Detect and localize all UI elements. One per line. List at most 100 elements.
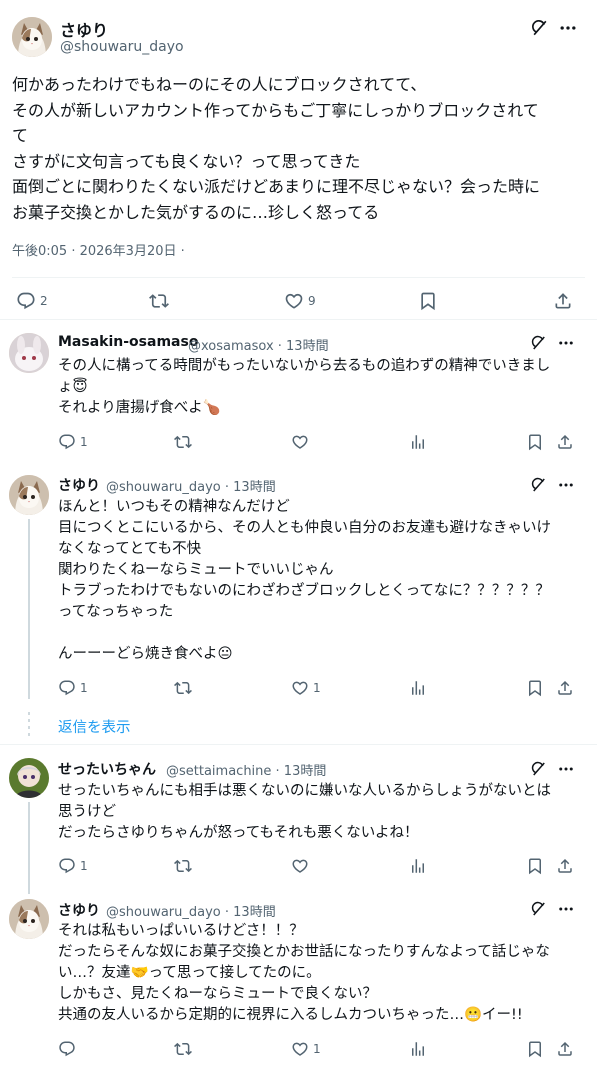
retweet-button[interactable] <box>174 431 192 453</box>
views-button[interactable] <box>409 1038 427 1060</box>
retweet-icon <box>149 291 169 311</box>
divider <box>12 277 585 278</box>
author-name[interactable]: さゆり <box>60 17 108 41</box>
views-icon <box>409 1040 427 1058</box>
like-icon <box>291 857 309 875</box>
more-icon[interactable] <box>557 334 575 352</box>
views-icon <box>409 857 427 875</box>
author-handle[interactable]: @settaimachine · 13時間 <box>166 760 326 779</box>
more-icon[interactable] <box>558 18 578 38</box>
retweet-button[interactable] <box>149 290 169 312</box>
views-button[interactable] <box>409 855 427 877</box>
reply-button[interactable]: 1 <box>58 677 88 699</box>
author-handle[interactable]: @shouwaru_dayo <box>60 39 184 55</box>
reply-count: 1 <box>80 859 88 873</box>
share-button[interactable] <box>553 290 573 312</box>
author-name[interactable]: せったいちゃん <box>58 759 156 779</box>
like-count: 9 <box>308 294 316 308</box>
like-count: 1 <box>313 1042 321 1056</box>
retweet-icon <box>174 857 192 875</box>
reply-text: その人に構ってる時間がもったいないから去るもの追わずの精神でいきまし ょ😇 それ… <box>58 358 551 416</box>
grok-icon[interactable] <box>530 476 548 494</box>
reply-button[interactable]: 2 <box>16 290 48 312</box>
share-button[interactable] <box>556 431 574 453</box>
share-icon <box>556 679 574 697</box>
share-icon <box>556 857 574 875</box>
reply-count: 2 <box>40 294 48 308</box>
more-icon[interactable] <box>557 760 575 778</box>
author-handle[interactable]: @shouwaru_dayo · 13時間 <box>106 476 276 495</box>
bookmark-button[interactable] <box>526 855 544 877</box>
reply-button[interactable]: 1 <box>58 431 88 453</box>
avatar[interactable] <box>9 758 49 798</box>
thread-line <box>28 519 30 699</box>
retweet-button[interactable] <box>174 1038 192 1060</box>
author-name[interactable]: さゆり <box>58 900 100 920</box>
like-count: 1 <box>313 681 321 695</box>
reply-text: せったいちゃんにも相手は悪くないのに嫌いな人いるからしょうがないとは 思うけど … <box>58 783 551 841</box>
bookmark-button[interactable] <box>526 677 544 699</box>
retweet-button[interactable] <box>174 855 192 877</box>
bookmark-icon <box>526 679 544 697</box>
reply-icon <box>58 857 76 875</box>
reply-icon <box>58 1040 76 1058</box>
reply-text: それは私もいっぱいいるけどさ！！？ だったらそんな奴にお菓子交換とかお世話になっ… <box>58 923 550 1023</box>
avatar[interactable] <box>12 17 52 57</box>
grok-icon[interactable] <box>530 334 548 352</box>
grok-icon[interactable] <box>530 900 548 918</box>
post-timestamp[interactable]: 午後0:05 · 2026年3月20日 · <box>12 240 185 259</box>
like-icon <box>284 291 304 311</box>
bookmark-icon <box>526 1040 544 1058</box>
more-icon[interactable] <box>557 900 575 918</box>
bookmark-icon <box>526 857 544 875</box>
post-text: 何かあったわけでもねーのにその人にブロックされてて、 その人が新しいアカウント作… <box>12 75 541 222</box>
bookmark-button[interactable] <box>418 290 438 312</box>
like-button[interactable] <box>291 431 309 453</box>
reply-icon <box>58 679 76 697</box>
share-icon <box>556 1040 574 1058</box>
share-icon <box>556 433 574 451</box>
reply-count: 1 <box>80 681 88 695</box>
share-button[interactable] <box>556 855 574 877</box>
author-name[interactable]: Masakin-osamaso <box>58 334 198 350</box>
like-icon <box>291 1040 309 1058</box>
main-post: さゆり @shouwaru_dayo 何かあったわけでもねーのにその人にブロック… <box>0 0 597 320</box>
share-icon <box>553 291 573 311</box>
views-icon <box>409 433 427 451</box>
more-icon[interactable] <box>557 476 575 494</box>
reply-icon <box>58 433 76 451</box>
divider <box>0 744 597 745</box>
reply-button[interactable]: 1 <box>58 855 88 877</box>
reply-count: 1 <box>80 435 88 449</box>
author-name[interactable]: さゆり <box>58 475 100 495</box>
reply-text: ほんと！いつもその精神なんだけど 目につくとこにいるから、その人とも仲良い自分の… <box>58 499 551 662</box>
like-icon <box>291 679 309 697</box>
reply-button[interactable] <box>58 1038 80 1060</box>
share-button[interactable] <box>556 1038 574 1060</box>
reply-icon <box>16 291 36 311</box>
like-button[interactable] <box>291 855 309 877</box>
bookmark-button[interactable] <box>526 431 544 453</box>
avatar[interactable] <box>9 899 49 939</box>
thread-line <box>28 802 30 894</box>
grok-icon[interactable] <box>530 760 548 778</box>
like-button[interactable]: 9 <box>284 290 316 312</box>
retweet-button[interactable] <box>174 677 192 699</box>
show-replies-link[interactable]: 返信を表示 <box>58 716 131 737</box>
thread-dots <box>28 712 30 738</box>
retweet-icon <box>174 433 192 451</box>
retweet-icon <box>174 679 192 697</box>
like-button[interactable]: 1 <box>291 1038 321 1060</box>
like-button[interactable]: 1 <box>291 677 321 699</box>
bookmark-icon <box>418 291 438 311</box>
share-button[interactable] <box>556 677 574 699</box>
author-handle[interactable]: @xosamasox · 13時間 <box>188 335 329 354</box>
avatar[interactable] <box>9 333 49 373</box>
views-button[interactable] <box>409 677 427 699</box>
bookmark-button[interactable] <box>526 1038 544 1060</box>
author-handle[interactable]: @shouwaru_dayo · 13時間 <box>106 901 276 920</box>
views-icon <box>409 679 427 697</box>
avatar[interactable] <box>9 475 49 515</box>
views-button[interactable] <box>409 431 427 453</box>
grok-icon[interactable] <box>530 18 550 38</box>
